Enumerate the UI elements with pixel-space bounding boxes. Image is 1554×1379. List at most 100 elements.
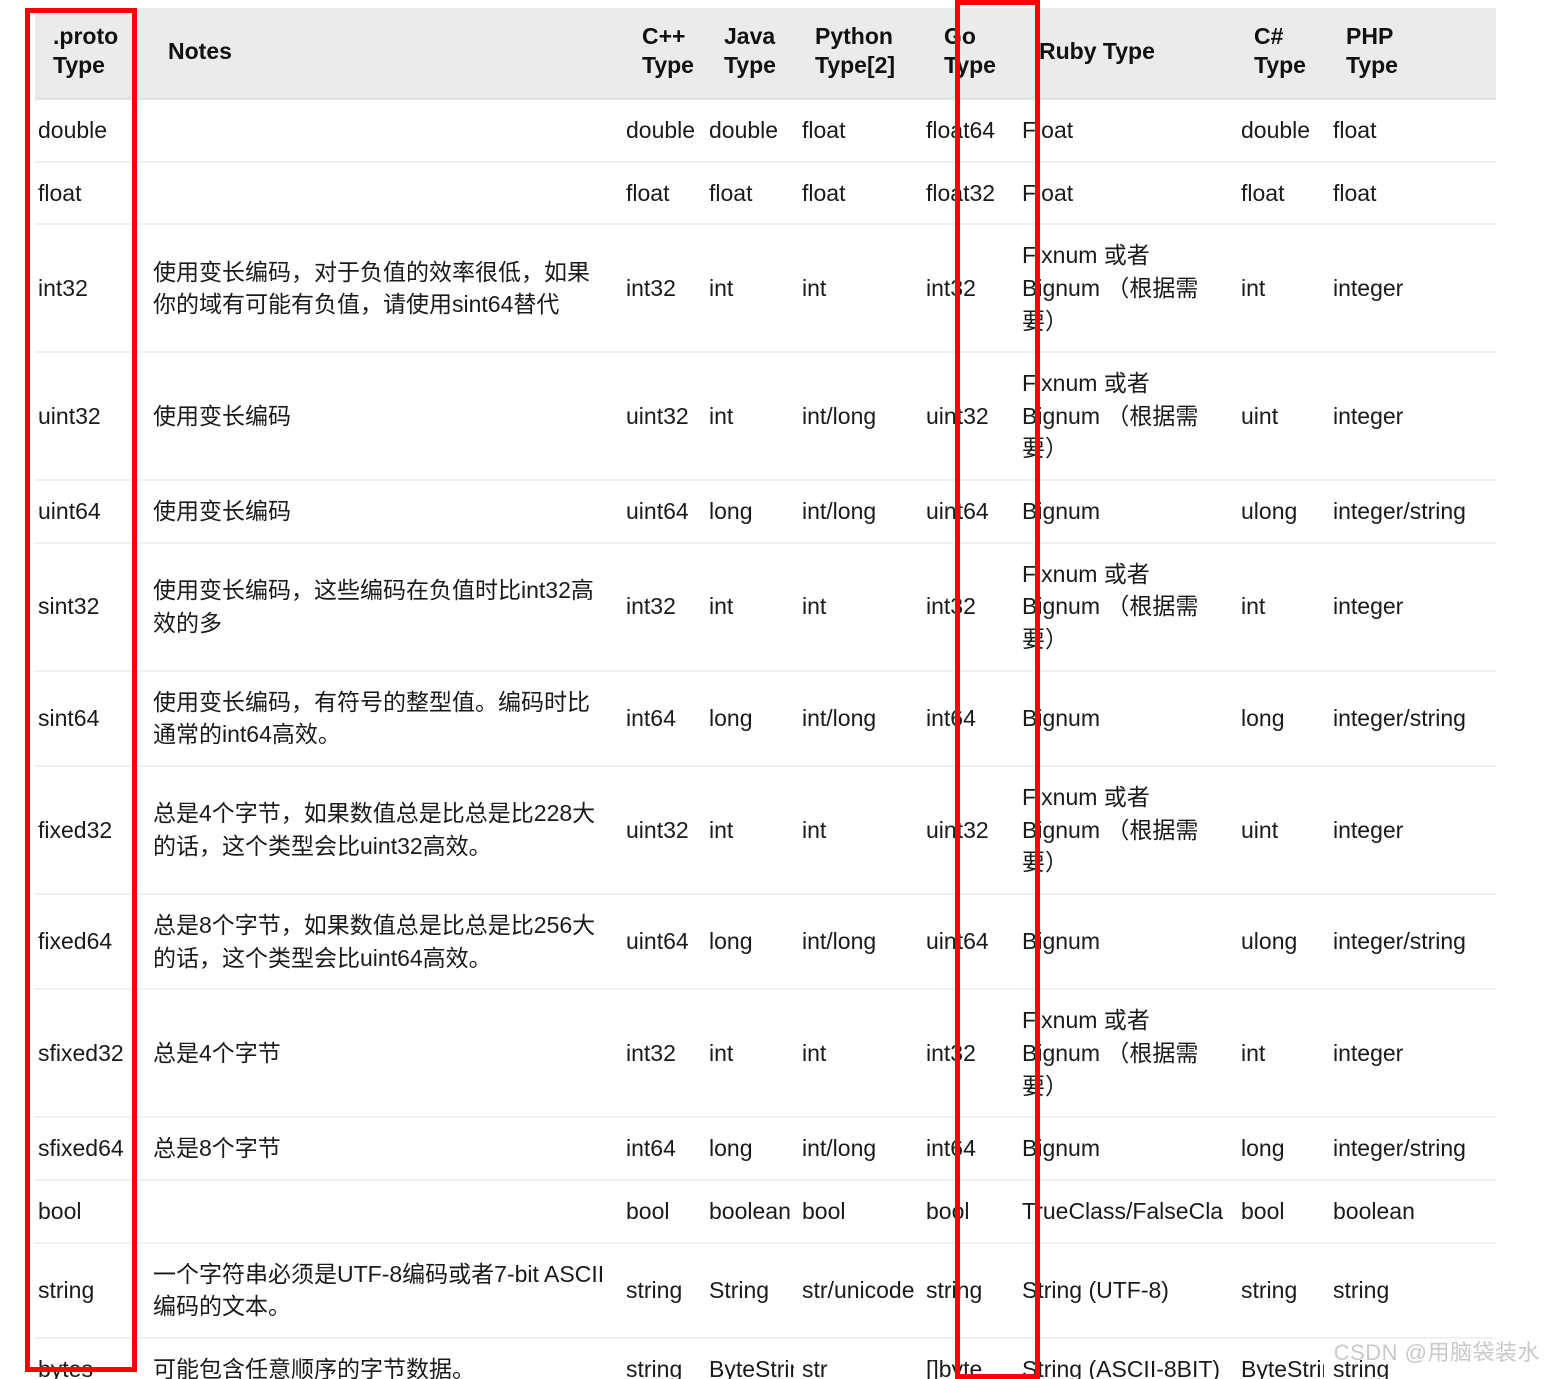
cell-cpp-type: uint64 <box>622 480 701 544</box>
cell-go-type: int64 <box>917 1117 1004 1181</box>
table-row: sint32 使用变长编码，这些编码在负值时比int32高效的多 int32 int i… <box>35 542 1496 672</box>
cell-csharp-type: ByteString <box>1224 1337 1324 1379</box>
table-row: float float float float float32 Float float flo… <box>35 161 1496 226</box>
cell-java-type: int <box>701 766 794 896</box>
table-row: double double double float float64 Float doubl… <box>35 98 1496 163</box>
cell-java-type: long <box>701 480 794 544</box>
cell-java-type: int <box>701 542 794 672</box>
table-header: .proto Type Notes C++ Type Java Type Pyt… <box>35 8 1496 100</box>
cell-python-type: float <box>794 98 917 163</box>
cell-ruby-type: String (ASCII-8BIT) <box>1004 1337 1224 1379</box>
cell-csharp-type: int <box>1224 542 1324 672</box>
cell-php-type: integer <box>1324 352 1496 482</box>
cell-php-type: float <box>1324 98 1496 163</box>
cell-notes: 总是8个字节，如果数值总是比总是比256大的话，这个类型会比uint64高效。 <box>140 894 622 991</box>
column-header-go-type: Go Type <box>917 8 1004 100</box>
table-row: sfixed64 总是8个字节 int64 long int/long int64 Bign… <box>35 1117 1496 1181</box>
cell-python-type: int/long <box>794 480 917 544</box>
cell-ruby-type: Fixnum 或者 Bignum （根据需要） <box>1004 224 1224 354</box>
cell-cpp-type: int64 <box>622 1117 701 1181</box>
cell-java-type: int <box>701 352 794 482</box>
cell-csharp-type: bool <box>1224 1179 1324 1244</box>
cell-notes: 总是4个字节，如果数值总是比总是比228大的话，这个类型会比uint32高效。 <box>140 766 622 896</box>
cell-proto-type: sfixed64 <box>35 1117 140 1181</box>
cell-python-type: int/long <box>794 1117 917 1181</box>
cell-notes: 使用变长编码，对于负值的效率很低，如果你的域有可能有负值，请使用sint64替代 <box>140 224 622 354</box>
cell-proto-type: fixed64 <box>35 894 140 991</box>
cell-java-type: float <box>701 161 794 226</box>
cell-ruby-type: Fixnum 或者 Bignum （根据需要） <box>1004 989 1224 1119</box>
cell-ruby-type: Bignum <box>1004 670 1224 768</box>
table-header-row: .proto Type Notes C++ Type Java Type Pyt… <box>35 8 1496 100</box>
cell-proto-type: uint64 <box>35 480 140 544</box>
cell-cpp-type: int64 <box>622 670 701 768</box>
cell-cpp-type: string <box>622 1337 701 1379</box>
cell-proto-type: string <box>35 1242 140 1339</box>
cell-java-type: ByteString <box>701 1337 794 1379</box>
cell-python-type: str/unicode <box>794 1242 917 1339</box>
cell-csharp-type: string <box>1224 1242 1324 1339</box>
cell-ruby-type: TrueClass/FalseClass <box>1004 1179 1224 1244</box>
cell-proto-type: double <box>35 98 140 163</box>
cell-go-type: uint32 <box>917 766 1004 896</box>
cell-proto-type: int32 <box>35 224 140 354</box>
cell-csharp-type: float <box>1224 161 1324 226</box>
column-header-php-type: PHP Type <box>1324 8 1496 100</box>
cell-notes: 使用变长编码 <box>140 352 622 482</box>
cell-php-type: integer <box>1324 224 1496 354</box>
table-row: string 一个字符串必须是UTF-8编码或者7-bit ASCII编码的文本。… <box>35 1242 1496 1339</box>
cell-php-type: float <box>1324 161 1496 226</box>
cell-notes: 使用变长编码，有符号的整型值。编码时比通常的int64高效。 <box>140 670 622 768</box>
cell-ruby-type: Float <box>1004 98 1224 163</box>
cell-python-type: bool <box>794 1179 917 1244</box>
cell-python-type: int/long <box>794 894 917 991</box>
cell-php-type: integer <box>1324 766 1496 896</box>
cell-go-type: float64 <box>917 98 1004 163</box>
cell-ruby-type: Bignum <box>1004 894 1224 991</box>
cell-notes: 使用变长编码，这些编码在负值时比int32高效的多 <box>140 542 622 672</box>
cell-cpp-type: int32 <box>622 542 701 672</box>
table-row: int32 使用变长编码，对于负值的效率很低，如果你的域有可能有负值，请使用sin… <box>35 224 1496 354</box>
cell-python-type: int <box>794 542 917 672</box>
cell-notes: 使用变长编码 <box>140 480 622 544</box>
table-body: double double double float float64 Float doubl… <box>35 98 1496 1379</box>
table-row: bool bool boolean bool bool TrueClass/FalseCl… <box>35 1179 1496 1244</box>
cell-go-type: uint64 <box>917 480 1004 544</box>
column-header-cpp-type: C++ Type <box>622 8 701 100</box>
cell-go-type: string <box>917 1242 1004 1339</box>
proto-scalar-types-table: .proto Type Notes C++ Type Java Type Pyt… <box>35 8 1496 1379</box>
column-header-ruby-type: Ruby Type <box>1004 8 1224 100</box>
cell-csharp-type: long <box>1224 670 1324 768</box>
cell-java-type: long <box>701 670 794 768</box>
cell-notes <box>140 161 622 226</box>
cell-php-type: integer <box>1324 542 1496 672</box>
cell-notes: 总是4个字节 <box>140 989 622 1119</box>
cell-csharp-type: long <box>1224 1117 1324 1181</box>
table-row: sfixed32 总是4个字节 int32 int int int32 Fixnum 或者 … <box>35 989 1496 1119</box>
cell-php-type: integer/string <box>1324 1117 1496 1181</box>
cell-php-type: integer/string <box>1324 894 1496 991</box>
cell-ruby-type: Fixnum 或者 Bignum （根据需要） <box>1004 542 1224 672</box>
cell-proto-type: sint32 <box>35 542 140 672</box>
cell-cpp-type: int32 <box>622 989 701 1119</box>
cell-csharp-type: int <box>1224 989 1324 1119</box>
cell-cpp-type: double <box>622 98 701 163</box>
cell-cpp-type: int32 <box>622 224 701 354</box>
cell-csharp-type: ulong <box>1224 894 1324 991</box>
cell-go-type: int32 <box>917 542 1004 672</box>
cell-notes <box>140 1179 622 1244</box>
cell-python-type: int <box>794 989 917 1119</box>
cell-notes: 总是8个字节 <box>140 1117 622 1181</box>
column-header-python-type: Python Type[2] <box>794 8 917 100</box>
cell-go-type: []byte <box>917 1337 1004 1379</box>
csdn-watermark: CSDN @用脑袋装水 <box>1333 1340 1540 1365</box>
cell-cpp-type: uint32 <box>622 352 701 482</box>
table-row: uint64 使用变长编码 uint64 long int/long uint64 Bign… <box>35 480 1496 544</box>
page-root: .proto Type Notes C++ Type Java Type Pyt… <box>0 0 1554 1379</box>
cell-java-type: double <box>701 98 794 163</box>
cell-csharp-type: double <box>1224 98 1324 163</box>
cell-php-type: boolean <box>1324 1179 1496 1244</box>
column-header-notes: Notes <box>140 8 622 100</box>
column-header-csharp-type: C# Type <box>1224 8 1324 100</box>
column-header-proto-type: .proto Type <box>35 8 140 100</box>
